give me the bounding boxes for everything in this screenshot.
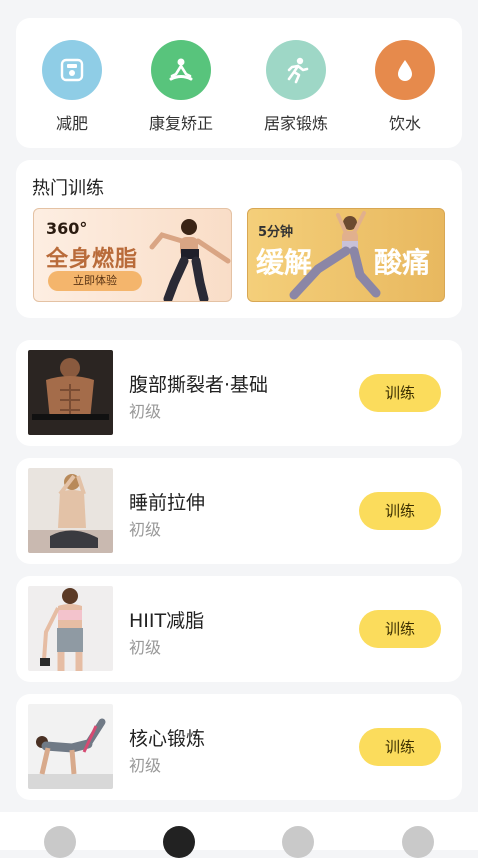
category-rehab[interactable]: 康复矫正 [136, 40, 226, 134]
training-thumbnail [28, 350, 113, 435]
train-button[interactable]: 训练 [359, 728, 441, 766]
training-name: HIIT减脂 [129, 610, 205, 632]
training-item[interactable]: 睡前拉伸 初级 训练 [16, 458, 462, 564]
training-name: 睡前拉伸 [129, 492, 206, 514]
training-thumbnail [28, 468, 113, 553]
section-title: 热门训练 [32, 178, 104, 199]
category-label: 饮水 [388, 114, 421, 133]
training-name: 核心锻炼 [129, 728, 206, 750]
scale-icon [42, 40, 102, 100]
training-item[interactable]: HIIT减脂 初级 训练 [16, 576, 462, 682]
profile-icon[interactable] [402, 826, 434, 858]
training-name: 腹部撕裂者·基础 [129, 374, 269, 396]
meditation-icon [151, 40, 211, 100]
train-button[interactable]: 训练 [359, 610, 441, 648]
train-button[interactable]: 训练 [359, 374, 441, 412]
banner-relieve-soreness[interactable]: 5分钟 缓解 酸痛 [247, 208, 445, 302]
hot-training-card: 热门训练 360° 全身燃脂 立即体验 5分钟 缓解 酸痛 [16, 160, 462, 318]
banner-subtitle: 360° [46, 219, 88, 238]
training-thumbnail [28, 586, 113, 671]
training-thumbnail [28, 704, 113, 789]
home-icon[interactable] [44, 826, 76, 858]
banner-full-body-fat-burn[interactable]: 360° 全身燃脂 立即体验 [33, 208, 232, 302]
training-level: 初级 [129, 402, 162, 421]
training-level: 初级 [129, 638, 162, 657]
category-lose-weight[interactable]: 减肥 [27, 40, 117, 134]
category-home-workout[interactable]: 居家锻炼 [251, 40, 341, 134]
training-item[interactable]: 核心锻炼 初级 训练 [16, 694, 462, 800]
banner-title: 全身燃脂 [46, 247, 139, 272]
training-item[interactable]: 腹部撕裂者·基础 初级 训练 [16, 340, 462, 446]
water-drop-icon [375, 40, 435, 100]
bottom-nav [0, 812, 478, 858]
category-label: 减肥 [55, 114, 88, 133]
try-now-button[interactable]: 立即体验 [48, 271, 142, 291]
category-label: 居家锻炼 [263, 114, 328, 133]
training-level: 初级 [129, 756, 162, 775]
category-card: 减肥 康复矫正 居家锻炼 饮水 [16, 18, 462, 148]
training-level: 初级 [129, 520, 162, 539]
category-water[interactable]: 饮水 [360, 40, 450, 134]
athlete-illustration [149, 219, 231, 301]
fitness-icon[interactable] [163, 826, 195, 858]
plan-icon[interactable] [282, 826, 314, 858]
yoga-illustration [289, 211, 381, 300]
train-button[interactable]: 训练 [359, 492, 441, 530]
category-label: 康复矫正 [148, 114, 213, 133]
running-icon [266, 40, 326, 100]
